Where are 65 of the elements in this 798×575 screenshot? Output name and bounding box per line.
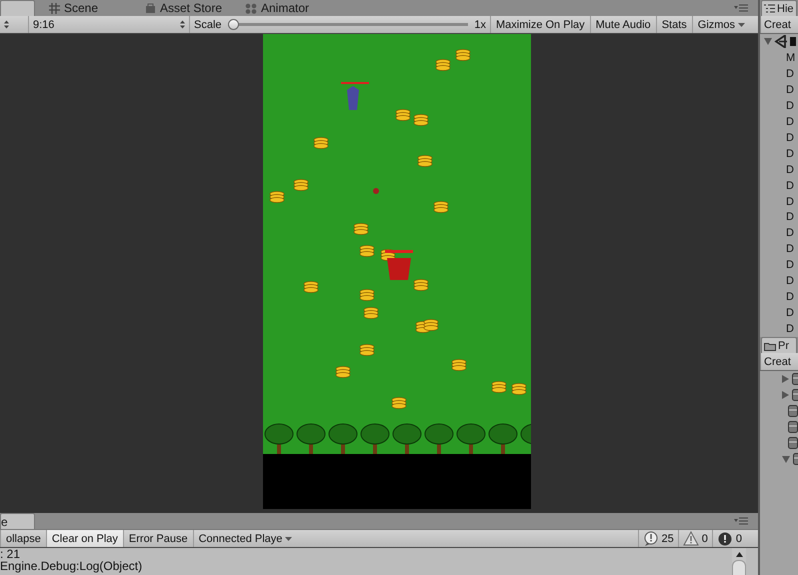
scale-slider[interactable] <box>228 19 468 30</box>
hierarchy-item[interactable]: D <box>760 66 798 82</box>
error-icon <box>716 530 733 546</box>
panel-menu-icon <box>734 4 748 12</box>
tab[interactable]: Pr <box>761 337 797 353</box>
hierarchy-item[interactable]: D <box>760 98 798 114</box>
hierarchy-item[interactable]: D <box>760 321 798 338</box>
info-icon <box>642 530 658 546</box>
log-text: : 21 <box>0 548 22 560</box>
create-button[interactable]: Creat <box>760 16 791 33</box>
hierarchy-item[interactable]: D <box>760 194 798 210</box>
caret-icon <box>738 22 746 26</box>
scale-value: 1x <box>474 18 486 30</box>
count-toggle[interactable]: 0 <box>678 530 712 547</box>
hierarchy-item[interactable]: D <box>760 178 798 194</box>
hierarchy-item[interactable]: D <box>760 146 798 162</box>
updown-icon <box>4 20 9 29</box>
asset-icon <box>788 405 798 417</box>
hierarchy-item[interactable]: D <box>760 273 798 290</box>
slider-thumb[interactable] <box>228 19 239 30</box>
tab[interactable]: Hie <box>761 0 797 16</box>
hierarchy-item[interactable]: D <box>760 130 798 146</box>
bag-icon <box>145 2 156 14</box>
nodes-icon <box>245 2 257 14</box>
caret-icon <box>285 536 292 540</box>
tab[interactable]: Scene <box>39 0 135 16</box>
scale-label: Scale <box>194 18 222 30</box>
expanded-arrow-icon <box>764 38 772 46</box>
hierarchy-item[interactable]: M <box>760 50 798 66</box>
hierarchy-item[interactable]: D <box>760 225 798 242</box>
toolbar-button[interactable]: Gizmos <box>692 16 750 33</box>
create-button[interactable]: Creat <box>760 353 791 370</box>
scroll-thumb[interactable] <box>732 560 746 575</box>
list-icon <box>764 4 775 13</box>
hierarchy-item[interactable]: D <box>760 305 798 322</box>
grid-icon <box>49 2 60 14</box>
asset-icon <box>788 437 798 449</box>
hierarchy-item[interactable]: D <box>760 241 798 258</box>
hierarchy-item[interactable]: D <box>760 162 798 178</box>
toolbar-button[interactable]: Maximize On Play <box>490 16 590 33</box>
panel-menu-icon <box>734 517 748 525</box>
scrollbar[interactable] <box>732 548 746 575</box>
hierarchy-item[interactable]: D <box>760 114 798 130</box>
hierarchy-item[interactable]: D <box>760 289 798 306</box>
folder-icon <box>764 340 776 350</box>
toolbar-button[interactable]: Connected Playe <box>192 530 298 547</box>
count-toggle[interactable]: 0 <box>712 530 746 547</box>
hierarchy-item[interactable]: D <box>760 209 798 226</box>
asset-icon <box>788 421 798 433</box>
console-tab[interactable]: e <box>0 513 35 529</box>
hierarchy-item[interactable]: D <box>760 82 798 98</box>
updown-icon <box>180 20 185 29</box>
hierarchy-item[interactable]: D <box>760 257 798 274</box>
toolbar-button[interactable]: Error Pause <box>122 530 193 547</box>
toolbar-button[interactable]: Stats <box>656 16 692 33</box>
warning-icon <box>682 530 699 546</box>
square-icon <box>790 37 796 46</box>
scroll-up-icon <box>736 552 742 557</box>
tab[interactable]: Asset Store <box>135 0 235 16</box>
log-text: Engine.Debug:Log(Object) <box>0 560 144 572</box>
aspect-dropdown[interactable]: 9:16 <box>29 16 190 33</box>
tab[interactable]: Animator <box>235 0 320 16</box>
count-toggle[interactable]: 25 <box>638 530 678 547</box>
toolbar-button[interactable]: Clear on Play <box>46 530 123 547</box>
toolbar-button[interactable]: Mute Audio <box>590 16 656 33</box>
